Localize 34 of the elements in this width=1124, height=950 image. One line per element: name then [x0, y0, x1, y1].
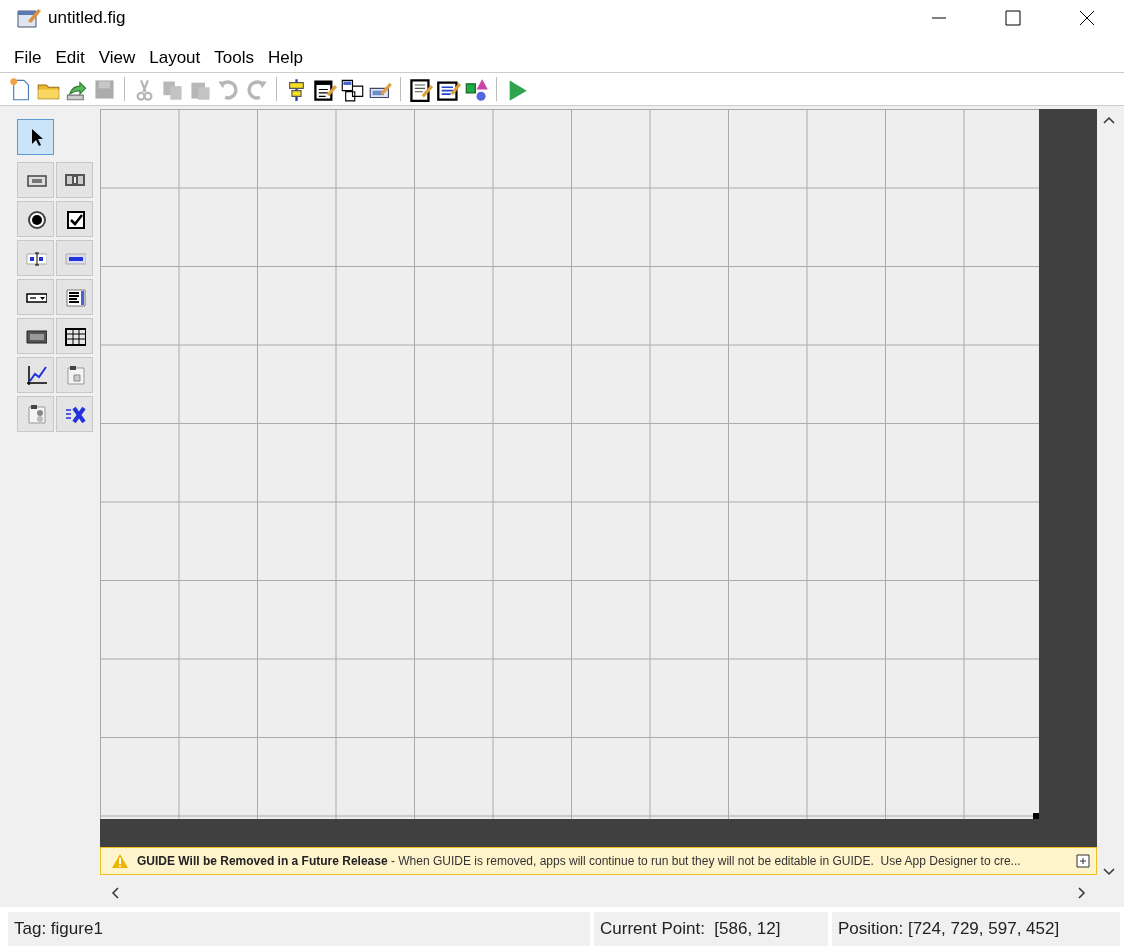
component-tool[interactable]	[56, 240, 93, 276]
line-plot-icon	[24, 364, 47, 386]
component-tool[interactable]	[56, 201, 93, 237]
component-tool[interactable]	[17, 201, 54, 237]
component-tool[interactable]	[56, 396, 93, 432]
menu-item[interactable]: File	[6, 48, 48, 72]
resize-handle[interactable]	[1033, 813, 1039, 819]
component-tool[interactable]	[17, 318, 54, 354]
component-tool[interactable]	[17, 240, 54, 276]
window-title: untitled.fig	[48, 8, 126, 28]
component-tool[interactable]	[17, 279, 54, 315]
tag-label: Tag: figure1	[8, 912, 590, 946]
menu-item[interactable]: View	[90, 48, 142, 72]
component-tool[interactable]	[17, 357, 54, 393]
menu-item[interactable]: Help	[260, 48, 309, 72]
current-point-label: Current Point: [586, 12]	[594, 912, 828, 946]
warning-icon	[111, 853, 129, 869]
menu-item[interactable]: Layout	[141, 48, 207, 72]
menu-item[interactable]: Tools	[206, 48, 260, 72]
scroll-up-icon[interactable]	[1103, 115, 1115, 125]
expand-icon[interactable]	[1076, 854, 1090, 868]
component-tool[interactable]	[17, 119, 54, 155]
scroll-left-icon[interactable]	[110, 887, 120, 899]
table-icon	[63, 325, 86, 347]
scroll-down-icon[interactable]	[1103, 867, 1115, 877]
document-pencil-icon[interactable]	[408, 76, 433, 102]
figure-file-icon	[16, 7, 42, 29]
listbox-icon	[63, 286, 86, 308]
position-label: Position: [724, 729, 597, 452]	[832, 912, 1120, 946]
component-tool[interactable]	[56, 279, 93, 315]
warning-message: GUIDE Will be Removed in a Future Release - When GUIDE is removed, apps will continue to run but they will not be editable in GUIDE. Use App Designer to cre...	[137, 854, 1022, 868]
scroll-right-icon[interactable]	[1077, 887, 1087, 899]
menu-item[interactable]: Edit	[47, 48, 91, 72]
component-tool[interactable]	[56, 318, 93, 354]
